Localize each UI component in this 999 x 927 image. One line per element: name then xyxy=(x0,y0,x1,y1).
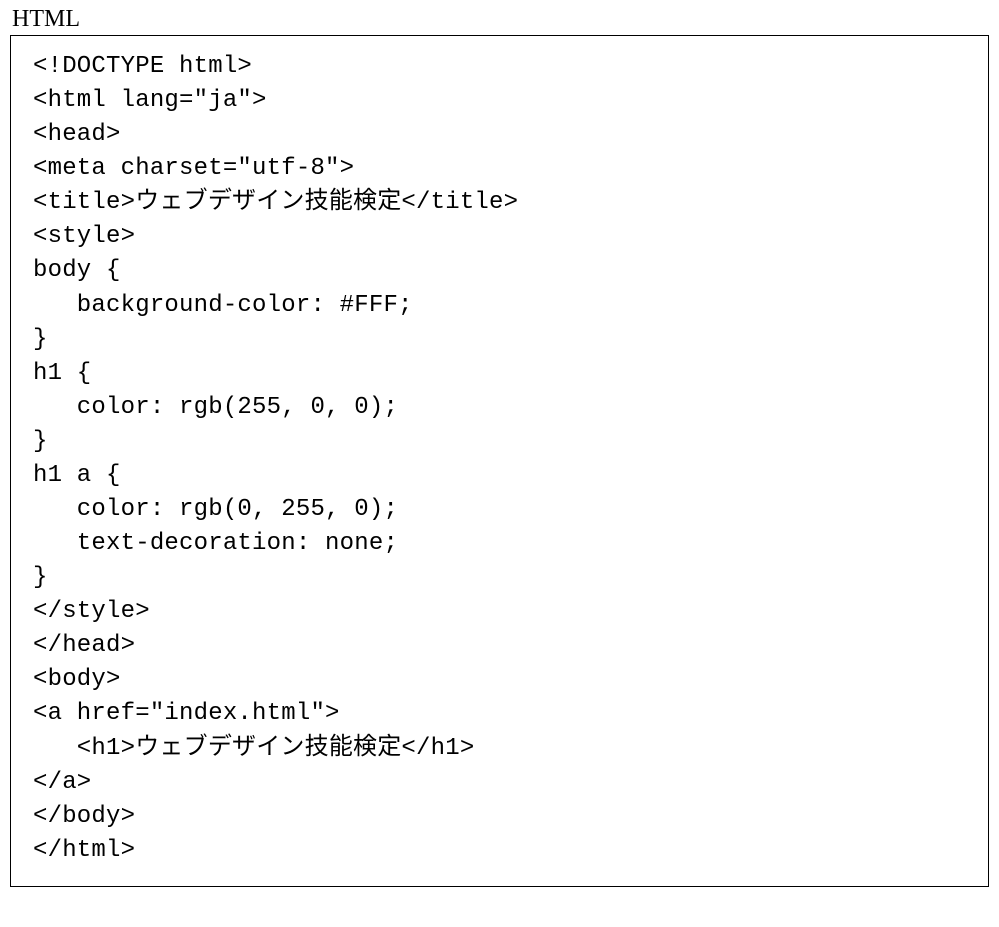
code-line: body { xyxy=(33,254,966,288)
code-line: </style> xyxy=(33,595,966,629)
section-label: HTML xyxy=(12,6,989,33)
code-line: color: rgb(0, 255, 0); xyxy=(33,493,966,527)
code-line: </body> xyxy=(33,800,966,834)
code-line: <title>ウェブデザイン技能検定</title> xyxy=(33,186,966,220)
code-line: <head> xyxy=(33,118,966,152)
code-line: <!DOCTYPE html> xyxy=(33,50,966,84)
code-line: <a href="index.html"> xyxy=(33,697,966,731)
code-line: <style> xyxy=(33,220,966,254)
code-line: <h1>ウェブデザイン技能検定</h1> xyxy=(33,732,966,766)
code-line: <html lang="ja"> xyxy=(33,84,966,118)
code-line: color: rgb(255, 0, 0); xyxy=(33,391,966,425)
code-line: </head> xyxy=(33,629,966,663)
code-line: } xyxy=(33,561,966,595)
code-line: <meta charset="utf-8"> xyxy=(33,152,966,186)
code-line: } xyxy=(33,323,966,357)
code-line: h1 a { xyxy=(33,459,966,493)
code-line: </a> xyxy=(33,766,966,800)
code-line: text-decoration: none; xyxy=(33,527,966,561)
code-line: </html> xyxy=(33,834,966,868)
code-line: } xyxy=(33,425,966,459)
code-line: <body> xyxy=(33,663,966,697)
code-listing-box: <!DOCTYPE html> <html lang="ja"> <head> … xyxy=(10,35,989,887)
code-line: h1 { xyxy=(33,357,966,391)
code-line: background-color: #FFF; xyxy=(33,289,966,323)
